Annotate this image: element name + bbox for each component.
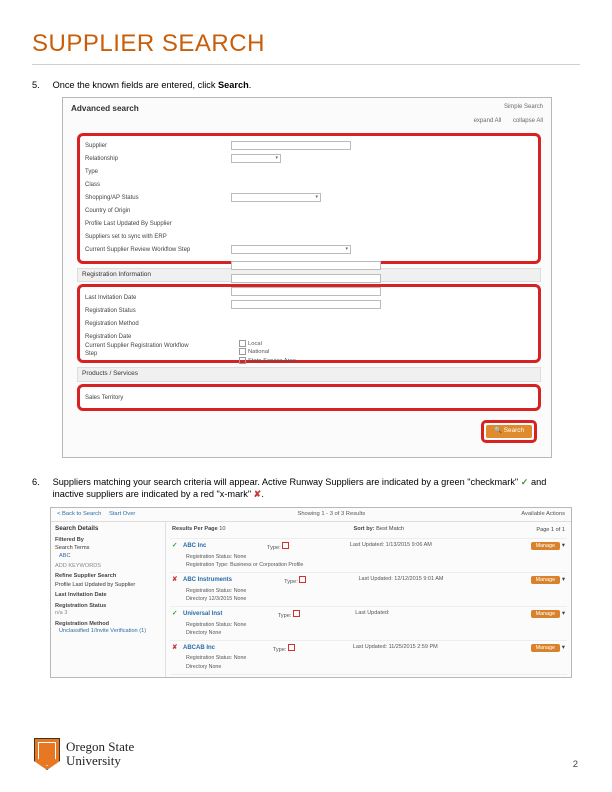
step-text: Suppliers matching your search criteria … — [53, 476, 563, 501]
reg-date-input[interactable] — [231, 300, 381, 309]
step-text: Once the known fields are entered, click… — [53, 79, 563, 91]
supplier-name-link[interactable]: ABC Instruments — [183, 576, 232, 584]
workflow-step-select[interactable] — [231, 245, 351, 254]
step-5: 5. Once the known fields are entered, cl… — [32, 79, 580, 458]
result-row: ✘ ABC Instruments Type: Last Updated: 12… — [170, 573, 567, 607]
highlighted-products-fields: Sales Territory — [77, 384, 541, 411]
expand-all-link[interactable]: expand All — [474, 118, 502, 124]
last-invitation-input[interactable] — [231, 261, 381, 270]
sort-by-select[interactable]: Best Match — [376, 526, 426, 535]
xmark-icon: ✘ — [172, 644, 180, 652]
advanced-search-heading: Advanced search — [71, 103, 139, 114]
available-actions[interactable]: Available Actions — [521, 511, 565, 519]
state-checkbox[interactable] — [239, 357, 246, 364]
reg-method-filter[interactable]: Unclassified 1/Invite Verification (1) — [59, 628, 161, 636]
screenshot-search-results: < Back to Search Start Over Showing 1 - … — [50, 507, 572, 678]
page-footer: Oregon State University 2 — [34, 738, 578, 770]
collapse-all-link[interactable]: collapse All — [513, 118, 543, 124]
manage-button[interactable]: Manage — [531, 542, 560, 550]
result-row: ✓ ABC Inc Type: Last Updated: 1/13/2015 … — [170, 539, 567, 573]
instruction-list: 5. Once the known fields are entered, cl… — [32, 79, 580, 678]
relationship-select[interactable] — [231, 154, 281, 163]
screenshot-advanced-search: Advanced search Simple Search expand All… — [62, 97, 552, 457]
start-over-link[interactable]: Start Over — [109, 511, 135, 517]
page-number: 2 — [573, 759, 578, 770]
checkmark-icon: ✓ — [172, 610, 180, 618]
supplier-name-link[interactable]: Universal Inst — [183, 610, 222, 618]
university-logo: Oregon State University — [34, 738, 134, 770]
back-to-search-link[interactable]: < Back to Search — [57, 511, 101, 517]
result-row: ✘ ABCAB Inc Type: Last Updated: 11/25/20… — [170, 641, 567, 675]
section-products[interactable]: Products / Services — [77, 367, 541, 382]
local-checkbox[interactable] — [239, 340, 246, 347]
filter-term[interactable]: ABC — [59, 553, 161, 561]
supplier-name-link[interactable]: ABCAB Inc — [183, 644, 215, 652]
page-title: SUPPLIER SEARCH — [32, 30, 580, 65]
search-details-sidebar: Search Details Filtered By Search Terms … — [51, 522, 166, 676]
highlighted-search-button: 🔍 Search — [481, 420, 537, 443]
reg-method-input[interactable] — [231, 287, 381, 296]
step-6: 6. Suppliers matching your search criter… — [32, 476, 580, 678]
step-number: 5. — [32, 79, 50, 91]
showing-results-text: Showing 1 - 3 of 3 Results — [297, 511, 365, 519]
simple-search-link[interactable]: Simple Search — [504, 103, 543, 114]
results-per-page-select[interactable]: 10 — [219, 526, 243, 535]
manage-button[interactable]: Manage — [531, 576, 560, 584]
results-pager: Page 1 of 1 — [536, 527, 565, 535]
xmark-icon: ✘ — [172, 576, 180, 584]
supplier-input[interactable] — [231, 141, 351, 150]
manage-button[interactable]: Manage — [531, 610, 560, 618]
shopping-status-select[interactable] — [231, 193, 321, 202]
shield-icon — [34, 738, 60, 770]
step-number: 6. — [32, 476, 50, 488]
search-button[interactable]: 🔍 Search — [486, 425, 532, 438]
result-row: ✓ Universal Inst Type: Last Updated: Man… — [170, 607, 567, 641]
checkmark-icon: ✓ — [172, 542, 180, 550]
manage-button[interactable]: Manage — [531, 644, 560, 652]
national-checkbox[interactable] — [239, 348, 246, 355]
reg-status-input[interactable] — [231, 274, 381, 283]
supplier-name-link[interactable]: ABC Inc — [183, 542, 206, 550]
